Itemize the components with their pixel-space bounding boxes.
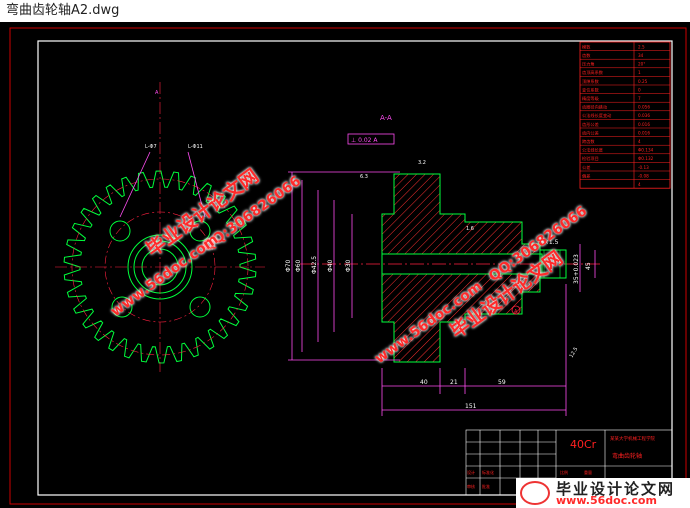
param-row-value: 4 bbox=[638, 139, 641, 144]
param-row-value: 7 bbox=[638, 96, 641, 101]
dim-d5: Φ30 bbox=[345, 259, 352, 272]
title-cell: 设计 bbox=[467, 469, 475, 475]
drawing-canvas[interactable]: 模数 2.5 齿数 34 压力角 20° 齿顶高系数 1 顶隙系数 0.25 变位系数 0 精度等级 7 齿… bbox=[0, 22, 690, 508]
param-row-label: 顶隙系数 bbox=[582, 78, 600, 85]
watermark-logo-icon bbox=[520, 481, 550, 505]
param-row-label: 检验项目 bbox=[582, 155, 599, 162]
roughness-4: 12.5 bbox=[569, 346, 580, 359]
dim-d2: Φ60 bbox=[295, 259, 302, 272]
gear-section-mark: A bbox=[155, 90, 159, 96]
param-row-value: -0.08 bbox=[638, 173, 649, 178]
dim-len-151: 151 bbox=[465, 403, 477, 410]
param-row-value: 0.056 bbox=[638, 105, 650, 110]
param-row-label: 变位系数 bbox=[582, 86, 600, 93]
param-row-label: 齿圈径向跳动 bbox=[582, 104, 607, 111]
param-row-label: 齿数 bbox=[582, 52, 591, 59]
param-row-value: 0.016 bbox=[638, 130, 650, 135]
dim-right-fit: 35+0.023 bbox=[573, 254, 580, 284]
dim-right-key: 45 bbox=[585, 262, 592, 270]
param-row-value: 34 bbox=[638, 53, 644, 58]
param-row-label: 公差 bbox=[582, 164, 590, 170]
param-row-value: 0 bbox=[638, 87, 641, 92]
gear-label-hole-small: L-Φ7 bbox=[145, 144, 157, 150]
dim-d1: Φ70 bbox=[285, 259, 292, 272]
param-row-value: 1 bbox=[638, 70, 641, 75]
parameter-table: 模数 2.5 齿数 34 压力角 20° 齿顶高系数 1 顶隙系数 0.25 变位系数 0 精度等级 7 齿… bbox=[579, 41, 671, 189]
dim-len-21: 21 bbox=[450, 379, 458, 386]
title-cell: 批准 bbox=[482, 483, 490, 489]
title-cell: 标准化 bbox=[482, 469, 494, 475]
param-row-label: 模数 bbox=[582, 43, 591, 50]
title-block-school: 某某大学机械工程学院 bbox=[610, 435, 655, 442]
param-row-value: 0.036 bbox=[638, 113, 650, 118]
param-row-value: 20° bbox=[638, 62, 645, 67]
param-row-label: 齿顶高系数 bbox=[582, 69, 604, 76]
param-row-value: 2.5 bbox=[638, 44, 645, 49]
param-row-value: Φ0.132 bbox=[638, 156, 654, 161]
gear-label-hole-large: L-Φ11 bbox=[188, 144, 203, 150]
cad-drawing[interactable]: 模数 2.5 齿数 34 压力角 20° 齿顶高系数 1 顶隙系数 0.25 变位系数 0 精度等级 7 齿… bbox=[0, 22, 690, 508]
param-row-value: 4 bbox=[638, 182, 641, 187]
param-row-label: 公法线长度变动 bbox=[582, 112, 611, 119]
title-block-name: 弯曲齿轮轴 bbox=[612, 452, 642, 460]
gear-lightening-hole bbox=[109, 220, 131, 242]
dim-d4: Φ40 bbox=[327, 259, 334, 272]
title-cell: 审核 bbox=[467, 483, 475, 489]
gear-lightening-hole bbox=[189, 296, 211, 318]
param-row-label: 压力角 bbox=[582, 61, 595, 68]
param-row-value: Φ0.134 bbox=[638, 148, 654, 153]
window-title: 弯曲齿轮轴A2.dwg bbox=[0, 0, 690, 22]
param-row-label: 齿向公差 bbox=[582, 129, 599, 136]
param-row-label: 跨齿数 bbox=[582, 138, 595, 145]
title-cell: 比例 bbox=[560, 469, 568, 475]
roughness-1: 6.3 bbox=[360, 174, 368, 180]
param-row-value: 0.016 bbox=[638, 122, 650, 127]
param-row-label: 齿形公差 bbox=[582, 121, 599, 128]
gear-labels: L-Φ7 L-Φ11 A bbox=[145, 90, 203, 150]
section-label: A-A bbox=[380, 114, 392, 122]
material-label: 40Cr bbox=[570, 438, 597, 451]
title-cell: 重量 bbox=[584, 469, 592, 475]
param-row-label: 公法线长度 bbox=[582, 147, 604, 154]
tolerance-frame: ⊥ 0.02 A bbox=[351, 137, 378, 144]
roughness-2: 3.2 bbox=[418, 160, 426, 166]
param-row-value: 0.25 bbox=[638, 79, 648, 84]
roughness-3: 1.6 bbox=[466, 226, 474, 232]
bottom-watermark-banner: 毕业设计论文网 www.56doc.com bbox=[516, 478, 690, 508]
gear-leader bbox=[119, 151, 151, 218]
dim-len-59: 59 bbox=[498, 379, 506, 386]
param-row-label: 精度等级 bbox=[582, 95, 600, 102]
dim-d3: Φ42.5 bbox=[311, 256, 318, 274]
param-row-label: 偏差 bbox=[582, 172, 590, 179]
bottom-watermark-url: www.56doc.com bbox=[556, 494, 657, 507]
dim-len-40: 40 bbox=[420, 379, 428, 386]
param-row-value: -0.13 bbox=[638, 165, 649, 170]
datum-label: A bbox=[514, 309, 518, 315]
